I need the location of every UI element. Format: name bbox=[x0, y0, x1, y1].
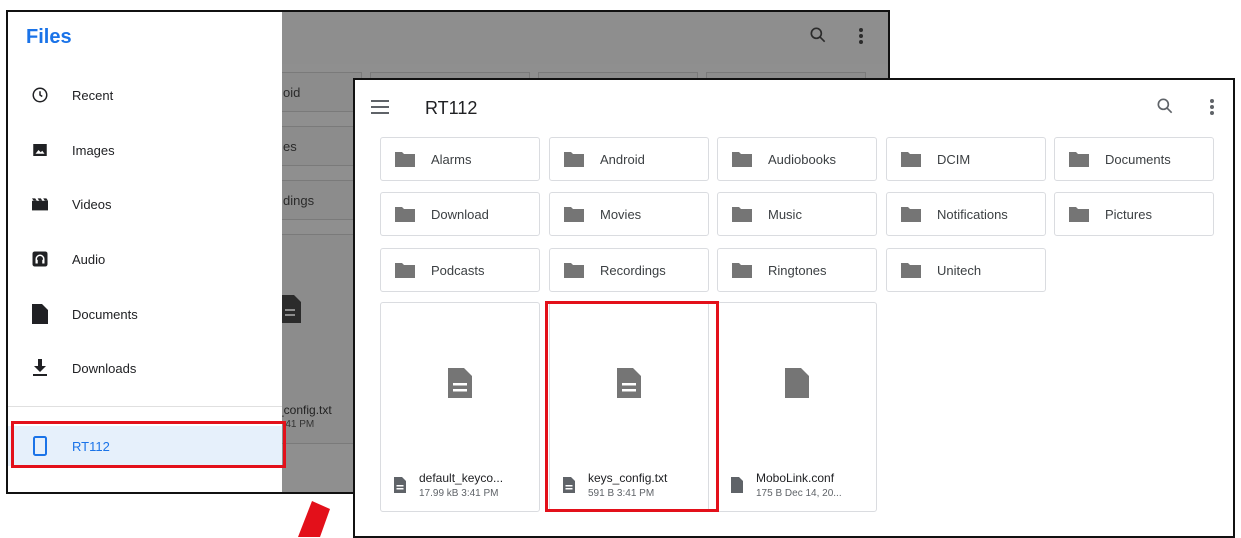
folder-label: Audiobooks bbox=[768, 151, 836, 167]
menu-icon[interactable] bbox=[371, 100, 389, 114]
drawer-item-videos[interactable]: Videos bbox=[8, 184, 282, 224]
file-name: MoboLink.conf bbox=[756, 471, 835, 485]
folder-label: DCIM bbox=[937, 151, 971, 167]
folder-icon bbox=[1069, 207, 1089, 222]
folder-label: Android bbox=[600, 151, 645, 167]
drawer-item-audio[interactable]: Audio bbox=[8, 239, 282, 279]
folder-icon bbox=[564, 152, 584, 167]
file-details: 591 B 3:41 PM bbox=[588, 488, 655, 499]
audio-icon bbox=[28, 247, 52, 271]
folder-label: Music bbox=[768, 206, 802, 222]
dimmed-folder: oid bbox=[276, 72, 362, 112]
dimmed-folder: dings bbox=[276, 180, 362, 220]
folder-podcasts[interactable]: Podcasts bbox=[380, 248, 540, 292]
image-icon bbox=[28, 138, 52, 162]
folder-download[interactable]: Download bbox=[380, 192, 540, 236]
search-icon[interactable] bbox=[1155, 96, 1175, 121]
drawer-item-label: RT112 bbox=[72, 438, 110, 454]
drawer-item-label: Downloads bbox=[72, 360, 137, 376]
folder-label: Recordings bbox=[600, 262, 666, 278]
folder-alarms[interactable]: Alarms bbox=[380, 137, 540, 181]
folder-music[interactable]: Music bbox=[717, 192, 877, 236]
file-icon bbox=[785, 368, 809, 398]
red-arrow-icon bbox=[298, 501, 330, 537]
folder-icon bbox=[1069, 152, 1089, 167]
file-thumbnail bbox=[381, 303, 539, 463]
file-details: 175 B Dec 14, 20... bbox=[756, 488, 842, 499]
folder-icon bbox=[395, 152, 415, 167]
folder-icon bbox=[901, 263, 921, 278]
folder-dcim[interactable]: DCIM bbox=[886, 137, 1046, 181]
folder-label: Movies bbox=[600, 206, 642, 222]
file-details: 17.99 kB 3:41 PM bbox=[419, 488, 499, 499]
text-document-icon bbox=[563, 477, 575, 493]
dimmed-folder: es bbox=[276, 126, 362, 166]
drawer-item-documents[interactable]: Documents bbox=[8, 294, 282, 334]
folder-audiobooks[interactable]: Audiobooks bbox=[717, 137, 877, 181]
document-icon bbox=[281, 295, 301, 323]
drawer-item-label: Videos bbox=[72, 196, 112, 212]
folder-label: Podcasts bbox=[431, 262, 485, 278]
text-document-icon bbox=[617, 368, 641, 398]
file-name: keys_config.txt bbox=[588, 471, 668, 485]
folder-recordings[interactable]: Recordings bbox=[549, 248, 709, 292]
file-name: default_keyco... bbox=[419, 471, 504, 485]
folder-icon bbox=[564, 207, 584, 222]
folder-pictures[interactable]: Pictures bbox=[1054, 192, 1214, 236]
drawer-item-label: Audio bbox=[72, 251, 106, 267]
drawer-item-recent[interactable]: Recent bbox=[8, 75, 282, 115]
file-card-mobolink-conf[interactable]: MoboLink.conf 175 B Dec 14, 20... bbox=[717, 302, 877, 512]
folder-ringtones[interactable]: Ringtones bbox=[717, 248, 877, 292]
folder-icon bbox=[395, 207, 415, 222]
folder-label: Ringtones bbox=[768, 262, 827, 278]
folder-icon bbox=[901, 152, 921, 167]
dimmed-file-card: _config.txt 3:41 PM bbox=[276, 234, 362, 444]
search-icon bbox=[808, 25, 828, 51]
folder-notifications[interactable]: Notifications bbox=[886, 192, 1046, 236]
folder-icon bbox=[564, 263, 584, 278]
folder-label: Alarms bbox=[431, 151, 472, 167]
folder-label: Pictures bbox=[1105, 206, 1152, 222]
drawer-item-rt112[interactable]: RT112 bbox=[8, 426, 282, 466]
clock-icon bbox=[28, 83, 52, 107]
folder-label: Unitech bbox=[937, 262, 982, 278]
file-thumbnail bbox=[718, 303, 876, 463]
drawer-title: Files bbox=[26, 26, 72, 48]
drawer-divider bbox=[8, 406, 282, 407]
drawer-item-label: Images bbox=[72, 142, 115, 158]
folder-label: Download bbox=[431, 206, 489, 222]
file-icon bbox=[731, 477, 743, 493]
folder-icon bbox=[901, 207, 921, 222]
download-icon bbox=[28, 356, 52, 380]
more-vert-icon[interactable] bbox=[1207, 97, 1217, 122]
dimmed-file-name: _config.txt bbox=[277, 403, 332, 417]
folder-unitech[interactable]: Unitech bbox=[886, 248, 1046, 292]
folder-movies[interactable]: Movies bbox=[549, 192, 709, 236]
drawer-item-images[interactable]: Images bbox=[8, 130, 282, 170]
phone-icon bbox=[28, 434, 52, 458]
text-document-icon bbox=[394, 477, 406, 493]
folder-label: Notifications bbox=[937, 206, 1008, 222]
file-card-keys-config[interactable]: keys_config.txt 591 B 3:41 PM bbox=[549, 302, 709, 512]
folder-android[interactable]: Android bbox=[549, 137, 709, 181]
folder-icon bbox=[395, 263, 415, 278]
dimmed-file-sub: 3:41 PM bbox=[277, 419, 315, 430]
folder-icon bbox=[732, 152, 752, 167]
folder-label: Documents bbox=[1105, 151, 1171, 167]
text-document-icon bbox=[448, 368, 472, 398]
more-vert-icon bbox=[856, 26, 866, 52]
folder-icon bbox=[732, 263, 752, 278]
file-thumbnail bbox=[550, 303, 708, 463]
drawer-item-label: Documents bbox=[72, 306, 138, 322]
folder-icon bbox=[732, 207, 752, 222]
folder-documents[interactable]: Documents bbox=[1054, 137, 1214, 181]
drawer-item-downloads[interactable]: Downloads bbox=[8, 348, 282, 388]
files-app-rt112-screen: RT112 Alarms Android Audiobooks DCIM Doc… bbox=[353, 78, 1235, 538]
document-icon bbox=[28, 302, 52, 326]
file-card-default-keyconfig[interactable]: default_keyco... 17.99 kB 3:41 PM bbox=[380, 302, 540, 512]
navigation-drawer: Files Recent Images Videos Audio Documen… bbox=[8, 12, 282, 492]
page-title: RT112 bbox=[425, 98, 478, 118]
drawer-item-label: Recent bbox=[72, 87, 114, 103]
video-icon bbox=[28, 192, 52, 216]
